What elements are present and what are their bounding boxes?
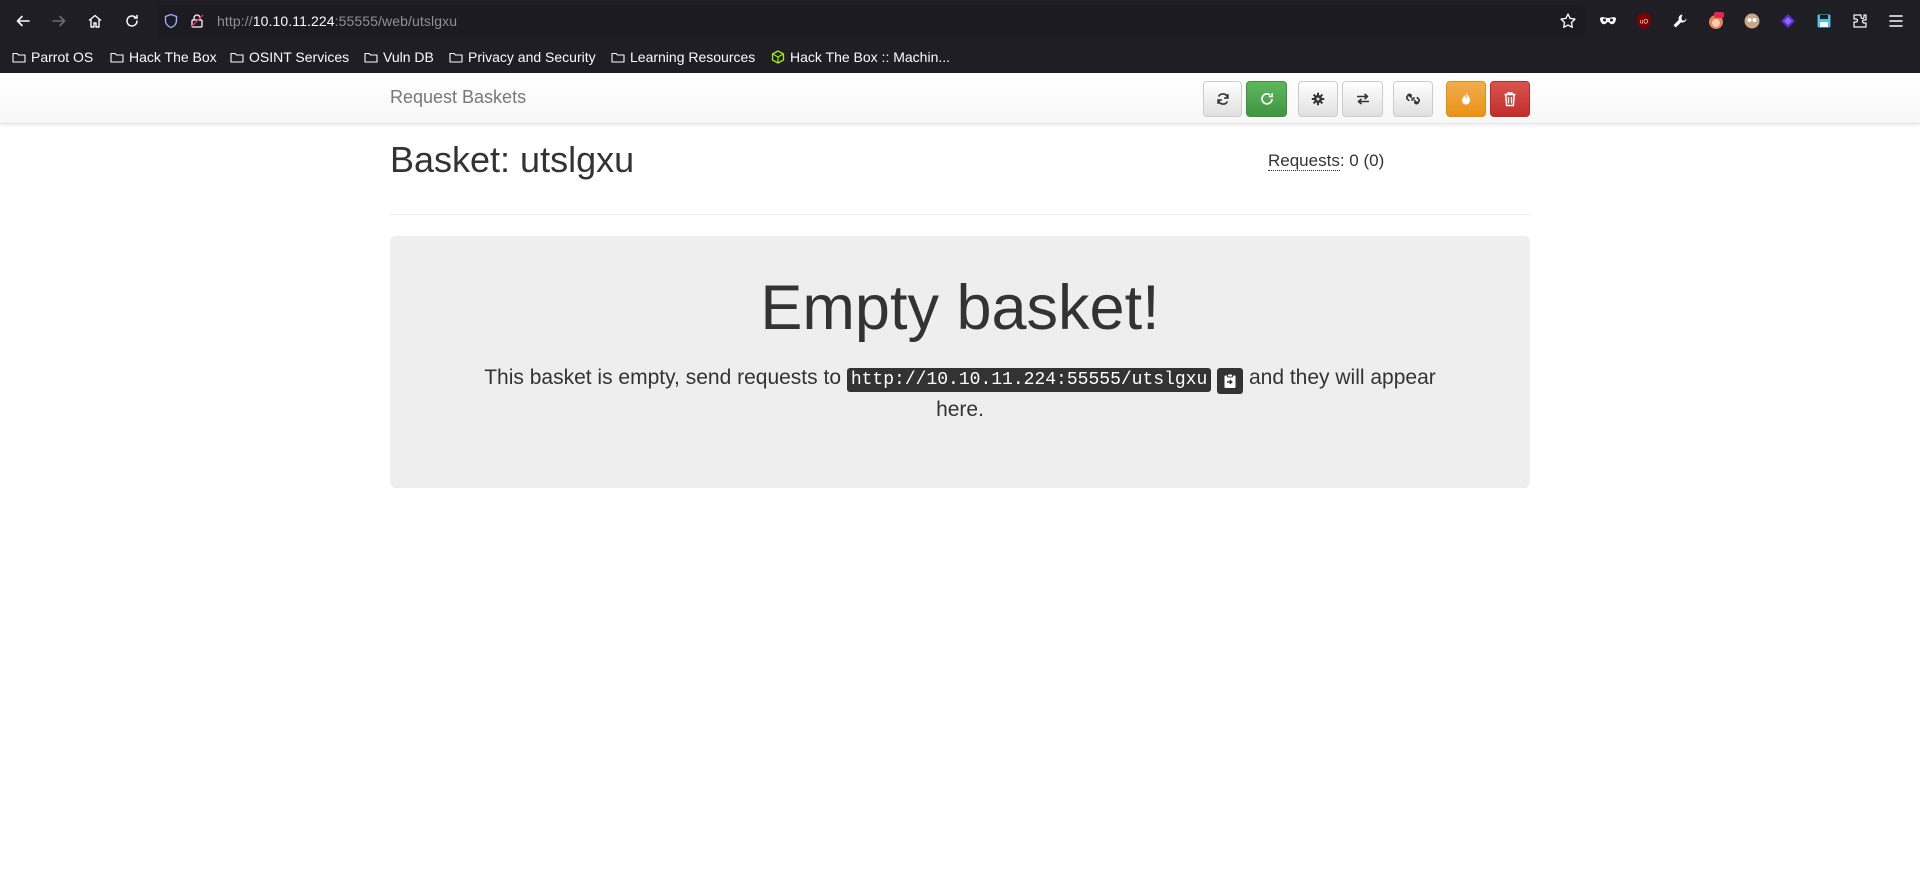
app-navbar: Request Baskets — [0, 73, 1920, 124]
empty-basket-panel: Empty basket! This basket is empty, send… — [390, 236, 1530, 488]
settings-button[interactable] — [1298, 81, 1338, 117]
save-extension-icon[interactable] — [1813, 10, 1835, 32]
bookmark-folder-learning-resources[interactable]: Learning Resources — [611, 49, 755, 65]
requests-count: : 0 (0) — [1339, 151, 1385, 170]
home-button[interactable] — [81, 7, 109, 35]
tracking-protection-icon[interactable] — [163, 13, 179, 34]
ublock-icon[interactable]: uO — [1633, 10, 1655, 32]
bookmark-star-icon[interactable] — [1559, 12, 1577, 35]
link-icon — [1406, 93, 1420, 105]
refresh-icon — [1216, 93, 1229, 105]
back-button[interactable] — [9, 7, 37, 35]
folder-icon — [449, 52, 463, 63]
basket-title: Basket: utslgxu — [390, 139, 635, 180]
clipboard-icon — [1224, 373, 1236, 388]
bookmarks-toolbar: Parrot OS Hack The Box OSINT Services Vu… — [0, 44, 1920, 70]
url-bar[interactable]: http://10.10.11.224:55555/web/utslgxu — [157, 5, 1585, 37]
folder-icon — [12, 52, 26, 63]
fire-icon — [1462, 92, 1470, 105]
arrow-left-icon — [16, 15, 30, 27]
browser-chrome: http://10.10.11.224:55555/web/utslgxu uO — [0, 0, 1920, 73]
folder-icon — [230, 52, 244, 63]
requests-counter: Requests: 0 (0) — [1268, 151, 1384, 171]
bookmark-folder-hack-the-box[interactable]: Hack The Box — [110, 49, 217, 65]
avatar-extension-icon[interactable] — [1741, 10, 1763, 32]
auto-refresh-icon — [1260, 93, 1273, 105]
copy-url-button[interactable] — [1217, 368, 1244, 394]
share-link-button[interactable] — [1393, 81, 1433, 117]
settings-icon — [1311, 92, 1325, 106]
auto-refresh-button[interactable] — [1246, 81, 1287, 117]
htb-cube-icon — [771, 50, 785, 64]
divider — [390, 214, 1530, 215]
shield-extension-icon[interactable] — [1777, 10, 1799, 32]
trash-icon — [1504, 92, 1516, 107]
bookmark-hack-the-box-machines[interactable]: Hack The Box :: Machin... — [771, 49, 950, 65]
folder-icon — [364, 52, 378, 63]
flush-button[interactable] — [1446, 81, 1486, 117]
reload-button[interactable] — [118, 7, 146, 35]
fox-extension-icon[interactable] — [1705, 10, 1727, 32]
reload-icon — [126, 14, 138, 27]
url-text[interactable]: http://10.10.11.224:55555/web/utslgxu — [217, 13, 457, 29]
forward-button[interactable] — [45, 7, 73, 35]
wrench-icon[interactable] — [1669, 10, 1691, 32]
bookmark-folder-parrot-os[interactable]: Parrot OS — [12, 49, 93, 65]
mask-icon[interactable] — [1597, 10, 1619, 32]
bookmark-folder-osint-services[interactable]: OSINT Services — [230, 49, 349, 65]
insecure-lock-icon[interactable] — [189, 13, 205, 34]
folder-icon — [611, 52, 625, 63]
requests-label: Requests — [1268, 151, 1340, 171]
folder-icon — [110, 52, 124, 63]
menu-icon[interactable] — [1885, 10, 1907, 32]
arrow-right-icon — [52, 15, 66, 27]
delete-basket-button[interactable] — [1490, 81, 1530, 117]
empty-basket-title: Empty basket! — [760, 273, 1160, 343]
refresh-button[interactable] — [1203, 81, 1242, 117]
empty-basket-message: This basket is empty, send requests to h… — [484, 366, 1436, 421]
bookmark-folder-vuln-db[interactable]: Vuln DB — [364, 49, 434, 65]
svg-text:uO: uO — [1640, 20, 1648, 26]
home-icon — [88, 14, 102, 28]
basket-endpoint-url: http://10.10.11.224:55555/utslgxu — [846, 368, 1212, 392]
bookmark-folder-privacy-and-security[interactable]: Privacy and Security — [449, 49, 596, 65]
browser-toolbar: http://10.10.11.224:55555/web/utslgxu uO — [0, 0, 1920, 42]
swap-arrows-icon — [1356, 93, 1369, 105]
extensions-icon[interactable] — [1849, 10, 1871, 32]
responses-button[interactable] — [1342, 81, 1383, 117]
brand[interactable]: Request Baskets — [390, 87, 526, 108]
